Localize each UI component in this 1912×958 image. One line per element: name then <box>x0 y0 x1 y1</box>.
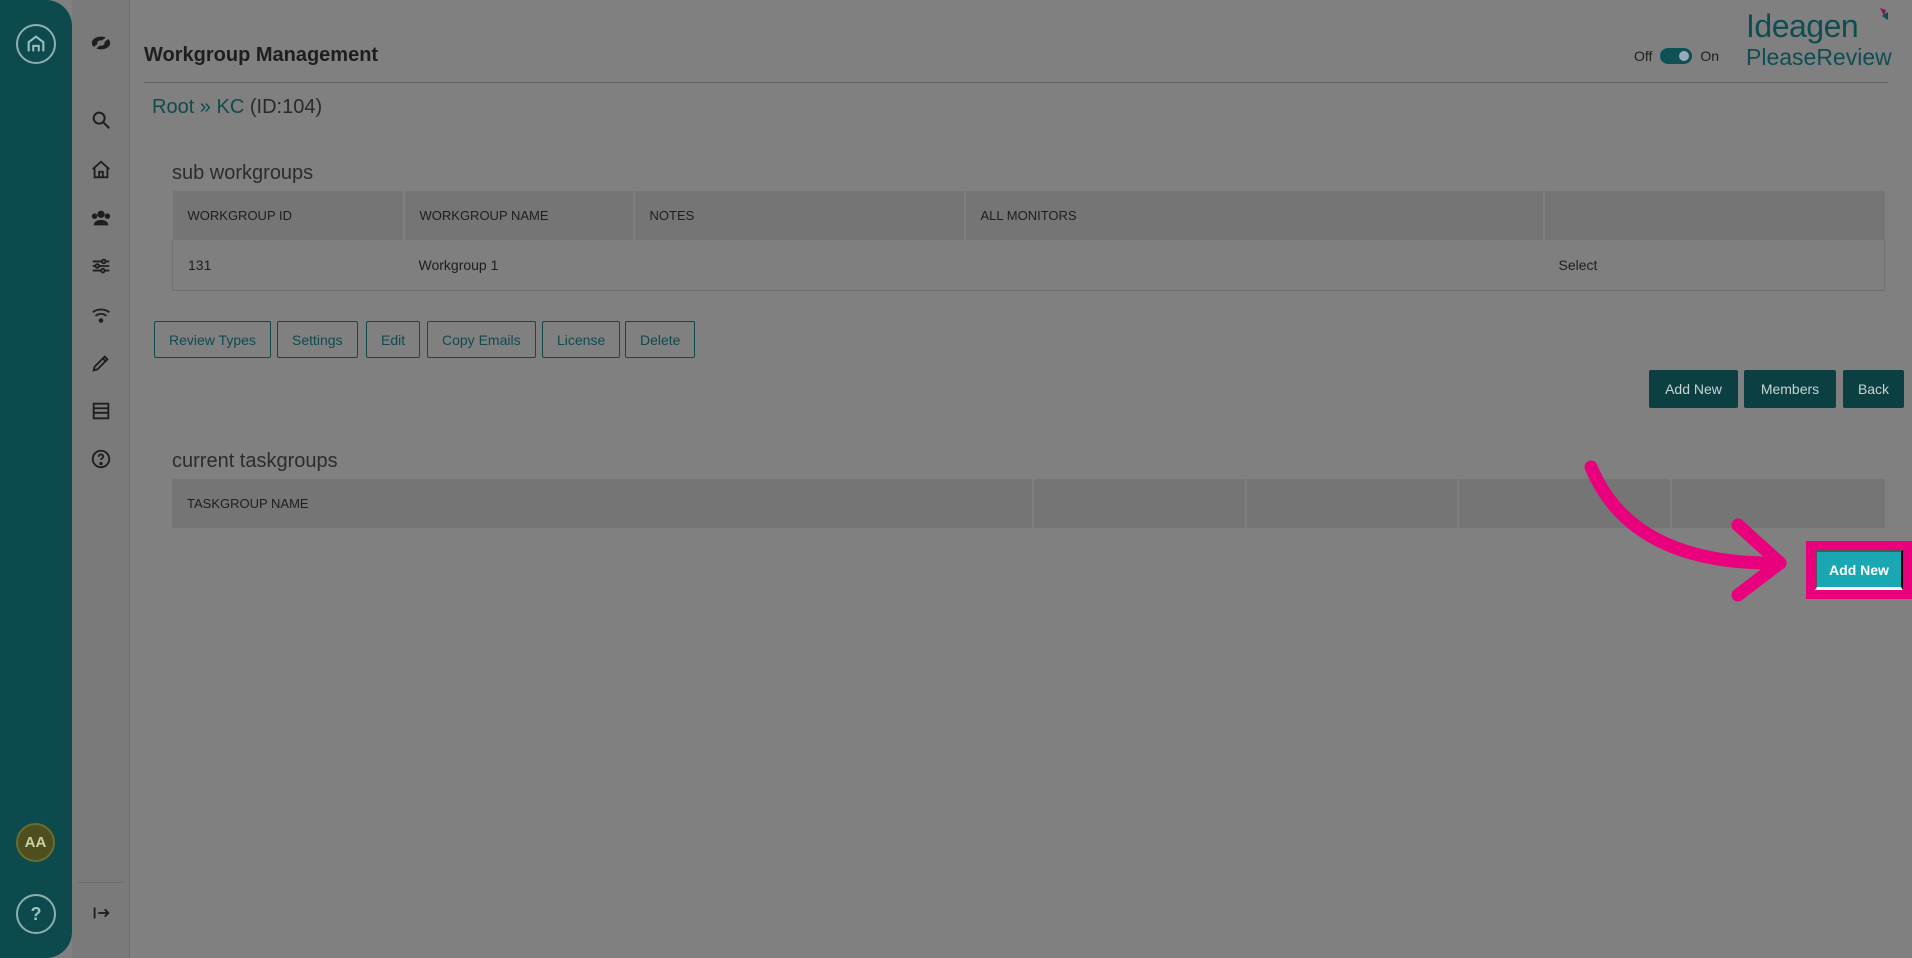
review-types-button[interactable]: Review Types <box>154 321 271 358</box>
help-circle-icon[interactable] <box>88 446 114 472</box>
toggle-switch[interactable] <box>1660 48 1693 64</box>
sub-workgroups-table: WORKGROUP ID WORKGROUP NAME NOTES ALL MO… <box>172 191 1885 291</box>
delete-button[interactable]: Delete <box>625 321 696 358</box>
license-button[interactable]: License <box>542 321 621 358</box>
users-icon[interactable] <box>88 205 114 231</box>
wifi-icon[interactable] <box>88 302 114 328</box>
breadcrumb-id: (ID:104) <box>244 96 323 118</box>
nav-icon-column <box>72 0 130 958</box>
nav-divider <box>78 882 123 883</box>
brand-name: Ideagen <box>1746 8 1859 44</box>
workgroup-name-cell: Workgroup 1 <box>403 240 634 291</box>
select-link[interactable]: Select <box>1543 240 1885 291</box>
logo-icon[interactable] <box>88 30 114 56</box>
copy-emails-button[interactable]: Copy Emails <box>427 321 536 358</box>
header-divider <box>144 82 1888 83</box>
members-button[interactable]: Members <box>1744 370 1836 408</box>
column-header[interactable]: WORKGROUP ID <box>172 191 405 240</box>
avatar[interactable]: AA <box>16 823 55 862</box>
brand-product: PleaseReview <box>1746 44 1892 70</box>
breadcrumb-separator: » <box>194 96 217 118</box>
notes-cell <box>633 240 965 291</box>
breadcrumb-current[interactable]: KC <box>217 96 245 118</box>
help-button[interactable]: ? <box>16 894 56 934</box>
column-header[interactable]: ALL MONITORS <box>964 191 1545 240</box>
settings-button[interactable]: Settings <box>277 321 358 358</box>
breadcrumb-root[interactable]: Root <box>152 96 194 118</box>
add-new-workgroup-button[interactable]: Add New <box>1649 370 1738 408</box>
brand-logo: Ideagen PleaseReview <box>1746 8 1892 70</box>
view-toggle[interactable]: Off On <box>1634 48 1719 64</box>
list-icon[interactable] <box>88 398 114 424</box>
page-title: Workgroup Management <box>144 44 379 66</box>
column-header <box>1543 191 1885 240</box>
search-icon[interactable] <box>88 107 114 133</box>
sliders-icon[interactable] <box>88 253 114 279</box>
breadcrumb: Root » KC (ID:104) <box>152 96 322 119</box>
table-row[interactable]: 131 Workgroup 1 Select <box>172 240 1885 291</box>
workgroup-id-cell: 131 <box>172 240 404 291</box>
home-icon[interactable] <box>88 157 114 183</box>
left-rail: AA ? <box>0 0 72 958</box>
column-header <box>1246 479 1459 528</box>
column-header <box>1033 479 1247 528</box>
monitors-cell <box>964 240 1544 291</box>
sub-workgroups-title: sub workgroups <box>172 162 314 184</box>
column-header[interactable]: NOTES <box>633 191 966 240</box>
add-new-taskgroup-button[interactable]: Add New <box>1815 550 1903 590</box>
back-button[interactable]: Back <box>1843 370 1904 408</box>
column-header[interactable]: TASKGROUP NAME <box>172 479 1034 528</box>
home-circle-icon[interactable] <box>16 24 56 64</box>
pencil-icon[interactable] <box>88 350 114 376</box>
column-header[interactable]: WORKGROUP NAME <box>403 191 635 240</box>
collapse-icon[interactable] <box>88 900 114 926</box>
edit-button[interactable]: Edit <box>366 321 421 358</box>
toggle-off-label: Off <box>1634 48 1653 64</box>
annotation-arrow-icon <box>1584 460 1787 602</box>
taskgroups-title: current taskgroups <box>172 450 338 472</box>
toggle-on-label: On <box>1700 48 1720 64</box>
brand-mark-icon <box>1880 8 1888 20</box>
